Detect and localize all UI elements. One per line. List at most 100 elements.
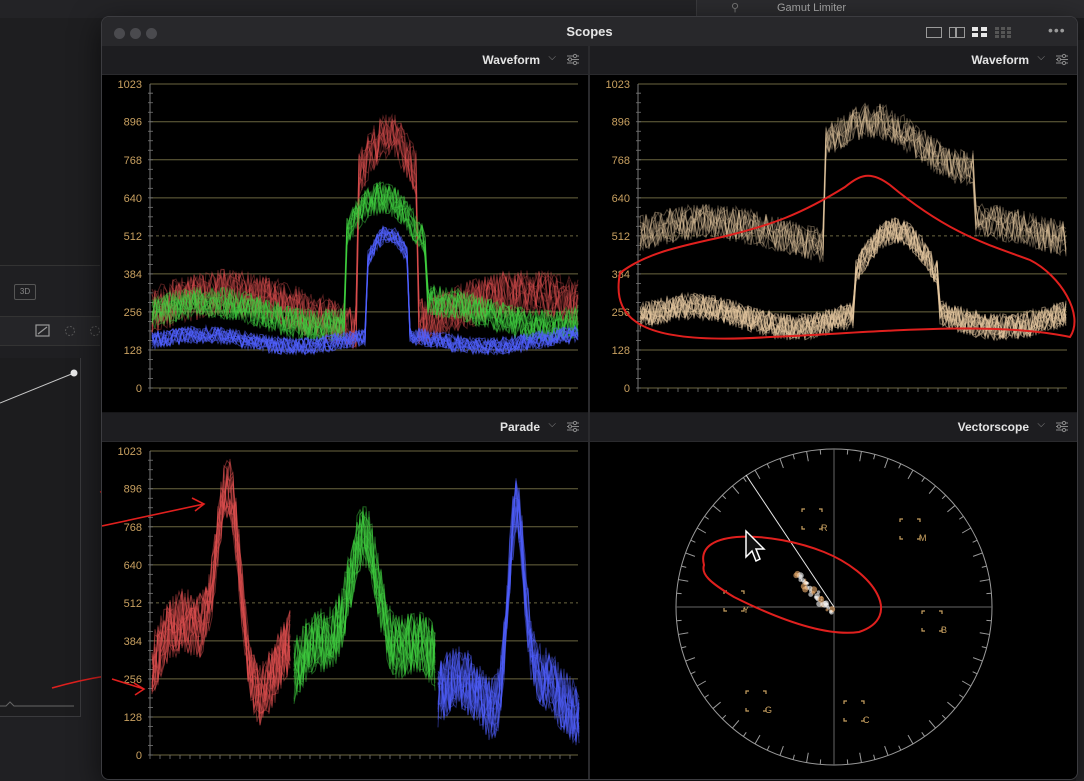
annotation-loop <box>702 535 882 634</box>
scope-settings-icon[interactable] <box>1055 420 1069 433</box>
ring-tick <box>981 565 987 568</box>
ring-tick <box>898 745 902 751</box>
ring-tick <box>961 680 972 687</box>
node-icon: ⚲ <box>731 2 740 14</box>
ring-tick <box>681 565 687 568</box>
scale-label: 640 <box>124 560 142 572</box>
signal-dot <box>816 590 821 594</box>
scope-settings-icon[interactable] <box>566 420 580 433</box>
parade-trace <box>437 500 580 744</box>
ring-tick <box>959 515 964 520</box>
chevron-down-icon[interactable]: ⌵ <box>548 419 556 430</box>
scale-label: 128 <box>612 345 630 357</box>
dual-layout-icon[interactable] <box>949 27 965 38</box>
ring-tick <box>690 539 696 543</box>
scope-type-select[interactable]: Waveform <box>971 53 1029 67</box>
scope-type-select[interactable]: Vectorscope <box>958 420 1029 434</box>
ring-tick <box>959 694 964 699</box>
ring-tick <box>732 485 740 494</box>
ring-tick <box>712 701 721 709</box>
outside-annotations <box>51 489 110 689</box>
more-options-icon[interactable]: ••• <box>1048 22 1066 38</box>
ring-tick <box>806 752 809 763</box>
ring-tick <box>685 552 696 557</box>
ring-tick <box>685 657 696 662</box>
scope-settings-icon[interactable] <box>566 53 580 66</box>
scale-label: 384 <box>612 269 630 281</box>
scale-label: 1023 <box>606 79 630 91</box>
pane-header: Waveform ⌵ <box>590 46 1077 75</box>
scale-label: 512 <box>612 231 630 243</box>
ring-tick <box>806 451 809 462</box>
ring-tick <box>921 732 926 737</box>
target-box <box>899 518 921 540</box>
scale-label: 384 <box>124 269 142 281</box>
ring-tick <box>941 494 947 500</box>
target-box <box>745 690 767 712</box>
scope-type-select[interactable]: Parade <box>500 420 540 434</box>
ring-tick <box>696 527 707 534</box>
ring-tick <box>928 485 936 494</box>
signal-dot <box>806 581 810 585</box>
mouse-cursor-icon <box>745 529 766 563</box>
pane-waveform-rgb: Waveform ⌵ 1023 896 768 640 512 384 256 128 0 <box>102 46 588 412</box>
scale-label: 768 <box>124 155 142 167</box>
ring-tick <box>907 734 914 745</box>
scope-type-select[interactable]: Waveform <box>482 53 540 67</box>
chevron-down-icon[interactable]: ⌵ <box>548 52 556 63</box>
ring-tick <box>742 477 747 482</box>
chevron-down-icon[interactable]: ⌵ <box>1037 52 1045 63</box>
target-label: Y <box>743 605 749 615</box>
ring-tick <box>928 720 936 729</box>
pane-header: Waveform ⌵ <box>102 46 588 75</box>
pane-divider <box>588 46 590 779</box>
ring-tick <box>792 454 795 460</box>
ring-tick <box>972 657 983 662</box>
ring-tick <box>979 632 990 635</box>
ring-tick <box>704 694 709 699</box>
ring-tick <box>754 734 761 745</box>
ring-tick <box>884 458 889 469</box>
ring-tick <box>972 539 978 543</box>
target-box <box>921 610 943 632</box>
scale-label: 768 <box>612 155 630 167</box>
signal-dot <box>811 590 816 595</box>
ring-tick <box>873 454 876 460</box>
parade-display: 1023 896 768 640 512 384 256 128 0 <box>102 442 588 779</box>
ring-tick <box>979 579 990 582</box>
target-label: M <box>919 533 927 543</box>
gamut-limiter-label[interactable]: Gamut Limiter <box>777 2 846 14</box>
quad-layout-icon[interactable] <box>972 27 988 38</box>
scale-label: 0 <box>624 383 630 395</box>
waveform-luma-display: 1023 896 768 640 512 384 256 128 0 <box>590 75 1077 412</box>
scale-label: 128 <box>124 345 142 357</box>
chevron-down-icon[interactable]: ⌵ <box>1037 419 1045 430</box>
scale-label: 896 <box>124 117 142 129</box>
ring-tick <box>779 745 784 756</box>
pane-header: Vectorscope ⌵ <box>590 413 1077 442</box>
ring-tick <box>732 720 740 729</box>
scope-settings-icon[interactable] <box>1055 53 1069 66</box>
scale-label: 768 <box>124 522 142 534</box>
scale-label: 896 <box>612 117 630 129</box>
target-label: G <box>765 705 772 715</box>
scale-label: 1023 <box>118 79 142 91</box>
scopes-window: Scopes ••• Waveform ⌵ 1023 896 768 640 512 38… <box>101 16 1078 780</box>
scale-label: 0 <box>136 750 142 762</box>
ring-tick <box>678 632 689 635</box>
ring-tick <box>721 494 727 500</box>
scale-label: 384 <box>124 636 142 648</box>
ring-tick <box>712 505 721 513</box>
scale-label: 640 <box>612 193 630 205</box>
ring-tick <box>681 646 687 649</box>
ring-tick <box>947 505 956 513</box>
ring-tick <box>742 732 747 737</box>
single-layout-icon[interactable] <box>926 27 942 38</box>
ring-tick <box>884 745 889 756</box>
grid-layout-icon[interactable] <box>995 27 1011 38</box>
ring-tick <box>704 515 709 520</box>
scopes-titlebar[interactable]: Scopes ••• <box>102 17 1077 47</box>
ring-tick <box>981 646 987 649</box>
scale-label: 128 <box>124 712 142 724</box>
target-box <box>801 508 823 530</box>
